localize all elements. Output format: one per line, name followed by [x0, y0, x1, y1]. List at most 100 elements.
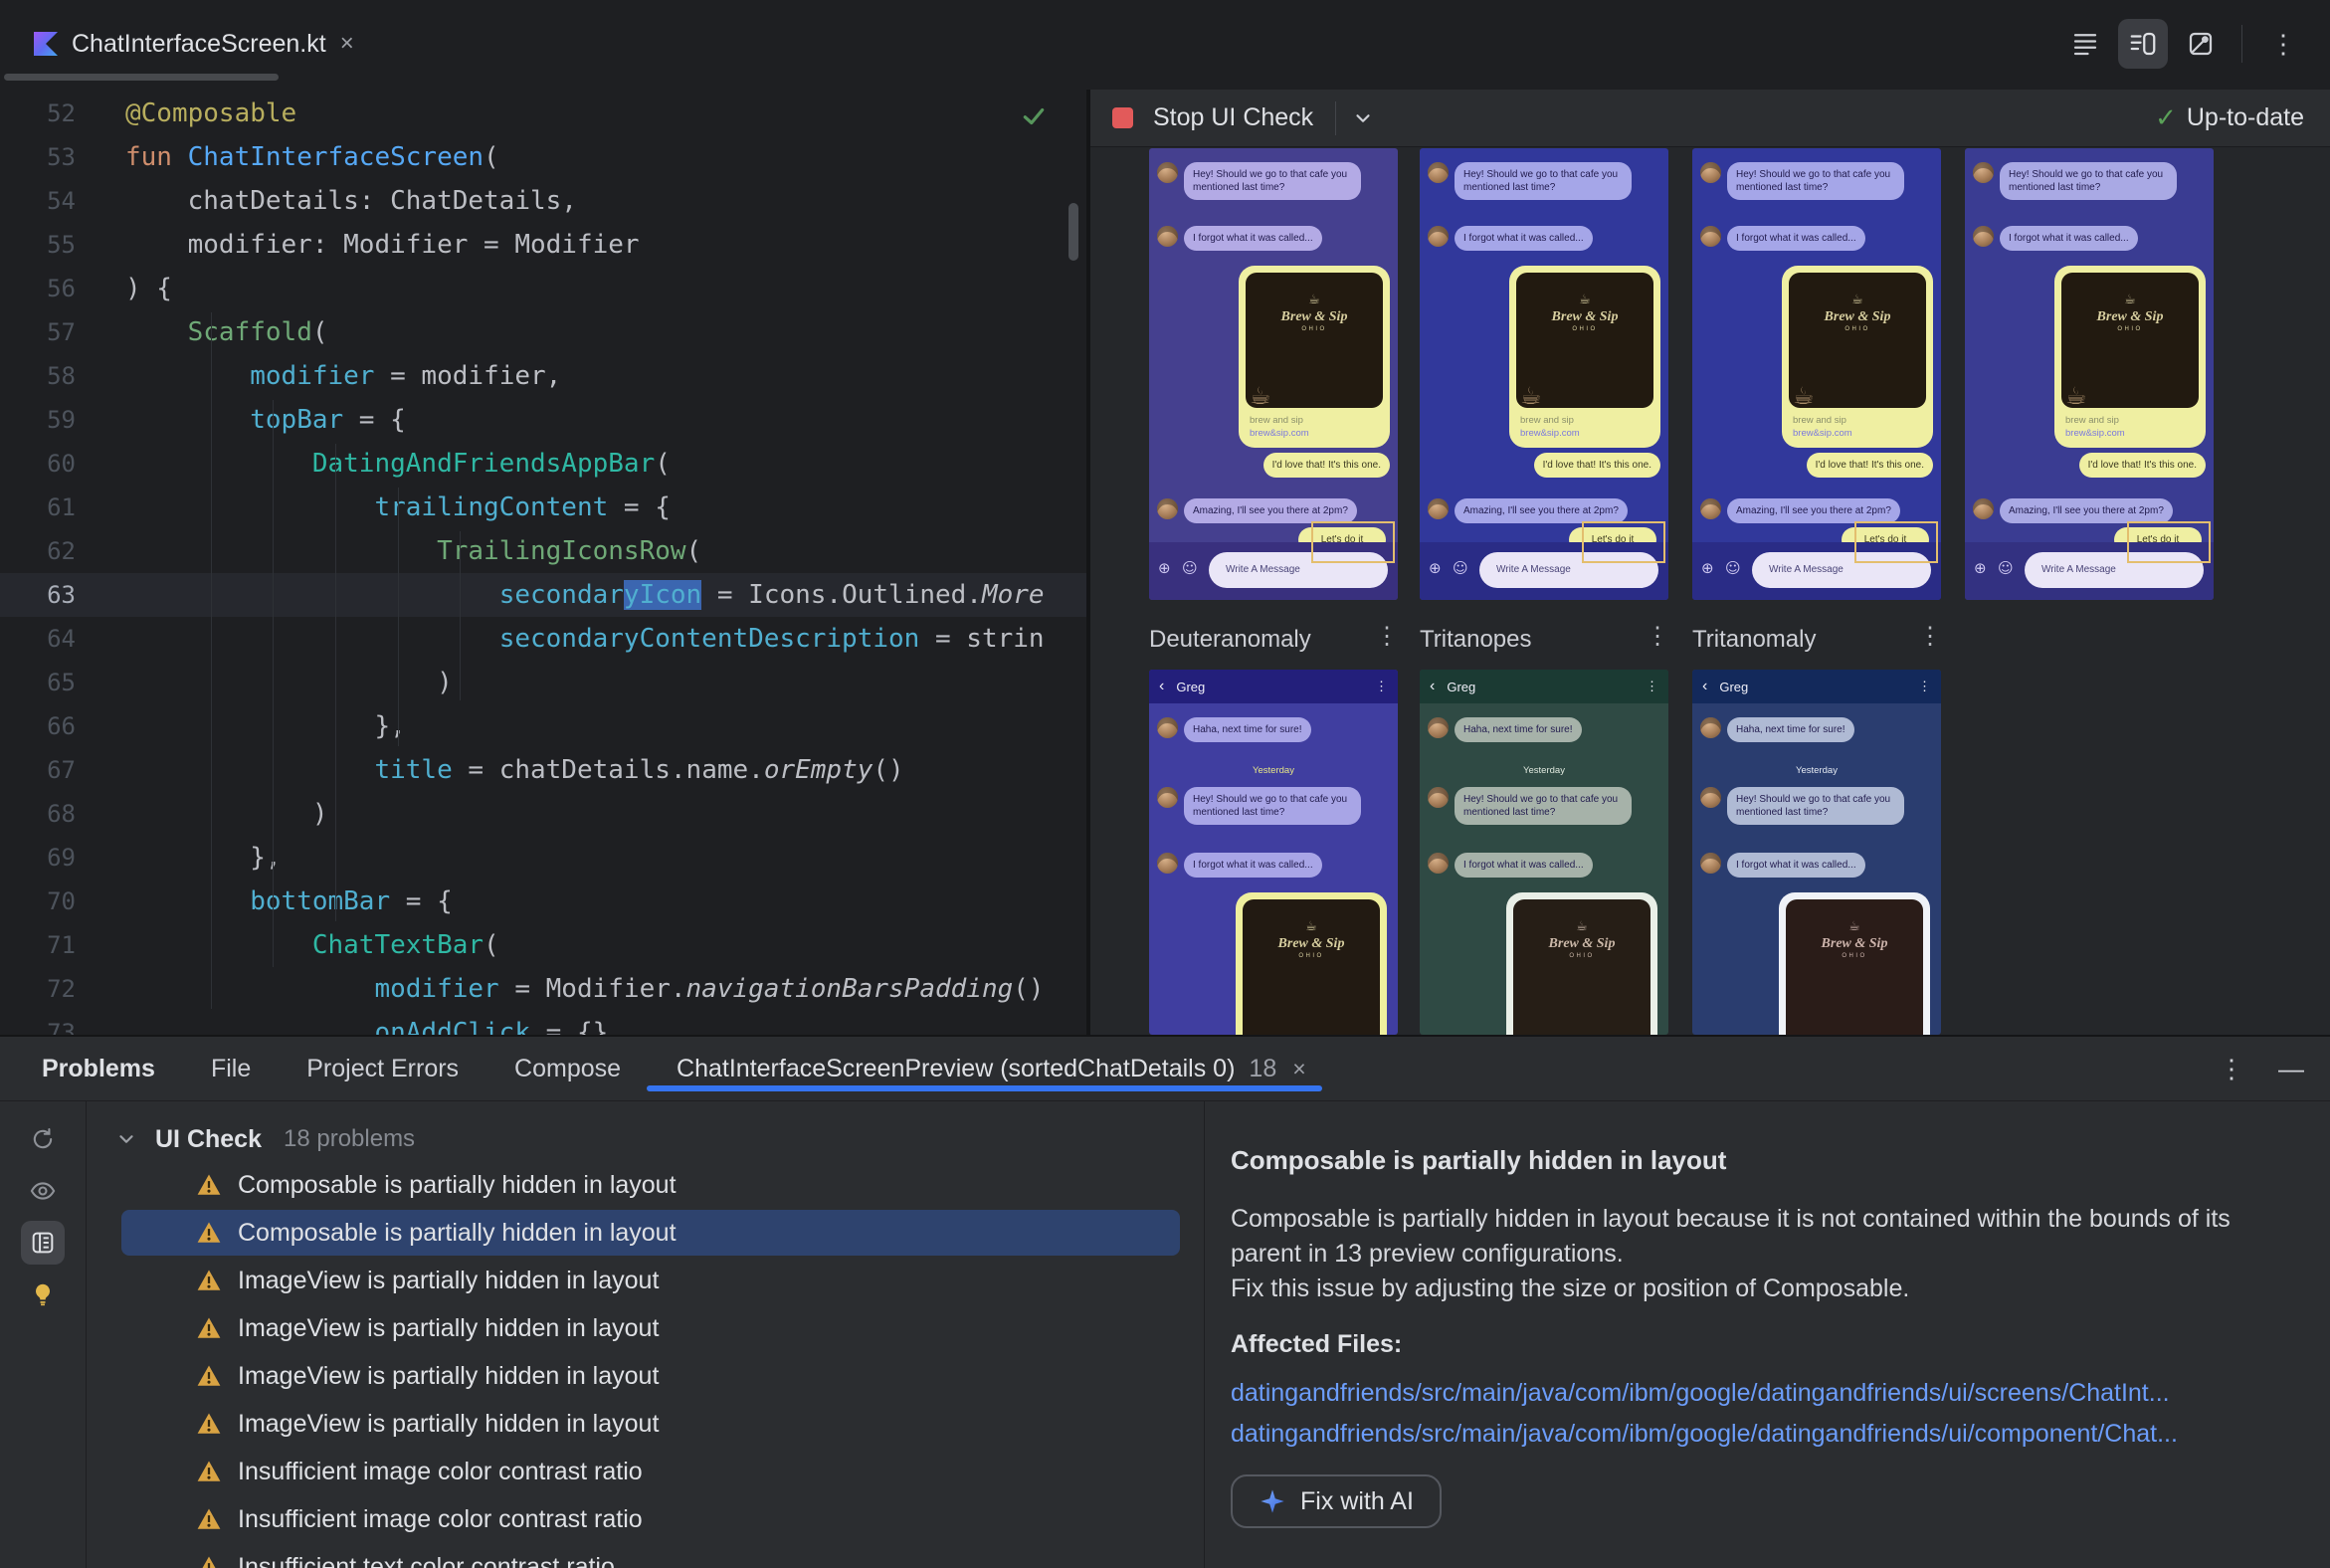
- preview-options-kebab-icon[interactable]: ⋮: [1646, 622, 1669, 651]
- chat-preview-phone-deuteranomaly[interactable]: ‹ Greg ⋮ Haha, next time for sure! Yesterday…: [1149, 670, 1398, 1035]
- problem-item[interactable]: ImageView is partially hidden in layout: [86, 1352, 1204, 1400]
- editor-tab-chatinterfacescreen[interactable]: ChatInterfaceScreen.kt ×: [24, 14, 364, 74]
- line-number: 68: [47, 800, 76, 828]
- tab-problems[interactable]: Problems: [42, 1055, 155, 1083]
- code-line: 63 secondaryIcon = Icons.Outlined.More: [0, 573, 1086, 617]
- back-icon[interactable]: ‹: [1430, 679, 1435, 694]
- tab-close-icon[interactable]: ×: [1292, 1056, 1305, 1082]
- emoji-icon[interactable]: ☺: [1453, 561, 1468, 576]
- tab-file[interactable]: File: [211, 1055, 251, 1083]
- code-line: 62 TrailingIconsRow(: [0, 529, 1086, 573]
- problem-item[interactable]: ImageView is partially hidden in layout: [86, 1304, 1204, 1352]
- preview-canvas: Hey! Should we go to that cafe you menti…: [1090, 146, 2330, 1035]
- code-text: ) {: [125, 274, 172, 303]
- chat-kebab-icon[interactable]: ⋮: [1646, 679, 1658, 694]
- back-icon[interactable]: ‹: [1159, 679, 1164, 694]
- problem-item[interactable]: Insufficient text color contrast ratio: [86, 1543, 1204, 1568]
- editor-scrollbar-thumb[interactable]: [1068, 203, 1078, 261]
- panel-options-kebab-icon[interactable]: ⋮: [2219, 1056, 2244, 1081]
- code-text: topBar = {: [250, 405, 406, 435]
- chat-preview-phone[interactable]: Hey! Should we go to that cafe you menti…: [1420, 148, 1668, 600]
- line-number: 58: [47, 362, 76, 390]
- toolbar-divider: [1335, 100, 1337, 135]
- ui-check-toolbar: Stop UI Check ✓ Up-to-date: [1090, 90, 2330, 147]
- chat-message-left: Hey! Should we go to that cafe you menti…: [1428, 787, 1632, 825]
- preview-variant-label: Deuteranomaly: [1149, 626, 1311, 653]
- add-attachment-icon[interactable]: ⊕: [1158, 561, 1171, 576]
- avatar: [1157, 226, 1178, 247]
- problem-item[interactable]: Insufficient image color contrast ratio: [86, 1448, 1204, 1495]
- chat-kebab-icon[interactable]: ⋮: [1918, 679, 1931, 694]
- add-attachment-icon[interactable]: ⊕: [1974, 561, 1987, 576]
- tab-chatinterfacescreenpreview[interactable]: ChatInterfaceScreenPreview (sortedChatDe…: [647, 1055, 1322, 1091]
- tab-strip-scrollbar[interactable]: [4, 74, 279, 81]
- chat-message-left: Amazing, I'll see you there at 2pm?: [1973, 498, 2173, 523]
- preview-options-kebab-icon[interactable]: ⋮: [1918, 622, 1942, 651]
- add-attachment-icon[interactable]: ⊕: [1701, 561, 1714, 576]
- stop-ui-check-button[interactable]: Stop UI Check: [1147, 102, 1319, 133]
- problem-item[interactable]: Composable is partially hidden in layout: [86, 1209, 1204, 1257]
- emoji-icon[interactable]: ☺: [1182, 561, 1198, 576]
- design-view-button[interactable]: [2176, 19, 2226, 69]
- problem-description: Composable is partially hidden in layout…: [1231, 1205, 2231, 1268]
- active-tab-underline: [647, 1084, 1322, 1091]
- inspections-status-widget[interactable]: [1021, 103, 1047, 129]
- tab-close-icon[interactable]: ×: [340, 30, 354, 58]
- code-editor[interactable]: 52 @Composable 53 fun ChatInterfaceScreen(5…: [0, 90, 1086, 1035]
- code-line: 56) {: [0, 267, 1086, 310]
- emoji-icon[interactable]: ☺: [1725, 561, 1741, 576]
- back-icon[interactable]: ‹: [1702, 679, 1707, 694]
- minimize-icon[interactable]: —: [2278, 1054, 2304, 1084]
- problem-item-label: ImageView is partially hidden in layout: [238, 1266, 660, 1294]
- fix-with-ai-button[interactable]: Fix with AI: [1231, 1474, 1442, 1528]
- link-preview-card: ☕ Brew & Sip OHIO ☕ brew and sip brew&sip.com: [1509, 266, 1660, 448]
- avatar: [1428, 162, 1449, 183]
- card-url[interactable]: brew&sip.com: [2065, 428, 2195, 439]
- chat-preview-phone[interactable]: Hey! Should we go to that cafe you menti…: [1149, 148, 1398, 600]
- code-view-button[interactable]: [2060, 19, 2110, 69]
- affected-file-link-1[interactable]: datingandfriends/src/main/java/com/ibm/g…: [1231, 1379, 2300, 1408]
- affected-file-link-2[interactable]: datingandfriends/src/main/java/com/ibm/g…: [1231, 1420, 2300, 1449]
- problem-item[interactable]: Insufficient image color contrast ratio: [86, 1495, 1204, 1543]
- warning-icon: [197, 1413, 221, 1434]
- chat-preview-phone[interactable]: Hey! Should we go to that cafe you menti…: [1965, 148, 2214, 600]
- details-view-button[interactable]: [21, 1221, 65, 1265]
- chat-kebab-icon[interactable]: ⋮: [1375, 679, 1388, 694]
- add-attachment-icon[interactable]: ⊕: [1429, 561, 1442, 576]
- chat-preview-phone[interactable]: Hey! Should we go to that cafe you menti…: [1692, 148, 1941, 600]
- coffee-cup-icon: ☕: [2124, 293, 2136, 307]
- preview-variant-label: Tritanomaly: [1692, 626, 1817, 653]
- more-options-button[interactable]: ⋮: [2258, 19, 2308, 69]
- kotlin-file-icon: [34, 32, 58, 56]
- quick-fix-button[interactable]: [21, 1273, 65, 1316]
- code-text: secondaryContentDescription = strin: [498, 624, 1045, 654]
- problems-group-header[interactable]: UI Check 18 problems: [86, 1117, 415, 1161]
- ui-check-issue-highlight: [1854, 521, 1938, 563]
- line-number: 65: [47, 669, 76, 696]
- contact-name: Greg: [1719, 679, 1749, 694]
- card-url[interactable]: brew&sip.com: [1250, 428, 1379, 439]
- code-line: 54 chatDetails: ChatDetails,: [0, 179, 1086, 223]
- problem-item[interactable]: Composable is partially hidden in layout: [86, 1161, 1204, 1209]
- preview-options-kebab-icon[interactable]: ⋮: [1375, 622, 1399, 651]
- editor-tab-title: ChatInterfaceScreen.kt: [72, 29, 326, 58]
- card-title: brew and sip: [2065, 415, 2119, 426]
- chevron-down-icon[interactable]: [1352, 107, 1374, 129]
- problem-item[interactable]: ImageView is partially hidden in layout: [86, 1400, 1204, 1448]
- code-line: 53 fun ChatInterfaceScreen(: [0, 135, 1086, 179]
- split-view-button[interactable]: [2118, 19, 2168, 69]
- card-url[interactable]: brew&sip.com: [1793, 428, 1922, 439]
- indent-guide: [398, 488, 399, 746]
- warning-icon: [197, 1508, 221, 1529]
- tab-project-errors[interactable]: Project Errors: [306, 1055, 459, 1083]
- chat-preview-phone-tritanomaly[interactable]: ‹ Greg ⋮ Haha, next time for sure! Yesterday…: [1692, 670, 1941, 1035]
- preview-visibility-button[interactable]: [21, 1169, 65, 1213]
- refresh-button[interactable]: [21, 1117, 65, 1161]
- card-url[interactable]: brew&sip.com: [1520, 428, 1650, 439]
- chat-preview-phone-tritanopes[interactable]: ‹ Greg ⋮ Haha, next time for sure! Yesterday…: [1420, 670, 1668, 1035]
- emoji-icon[interactable]: ☺: [1998, 561, 2014, 576]
- tab-compose[interactable]: Compose: [514, 1055, 621, 1083]
- problem-item[interactable]: ImageView is partially hidden in layout: [86, 1257, 1204, 1304]
- line-number: 73: [47, 1019, 76, 1035]
- avatar: [1700, 226, 1721, 247]
